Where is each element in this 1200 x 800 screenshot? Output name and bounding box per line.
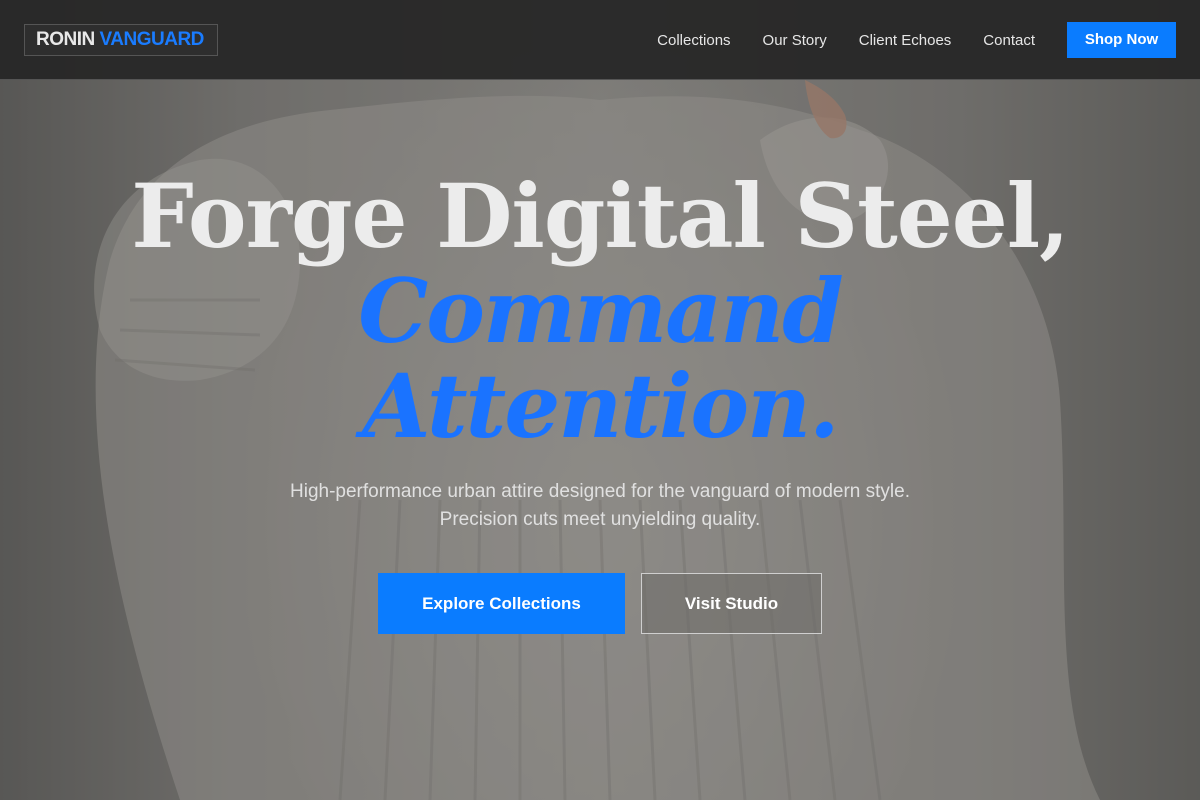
nav-link-our-story[interactable]: Our Story	[763, 32, 827, 49]
landing-page: RONIN VANGUARD Collections Our Story Cli…	[0, 0, 1200, 800]
brand-name-first: RONIN	[36, 29, 95, 50]
brand-name-second: VANGUARD	[99, 29, 205, 50]
headline-line-2: Command	[358, 259, 844, 363]
hero-headline: Forge Digital Steel, Command Attention.	[0, 168, 1200, 454]
main-nav: Collections Our Story Client Echoes Cont…	[657, 0, 1035, 80]
visit-studio-button[interactable]: Visit Studio	[641, 573, 822, 634]
headline-line-3: Attention.	[362, 354, 839, 458]
brand-logo[interactable]: RONIN VANGUARD	[24, 24, 218, 56]
shop-now-button[interactable]: Shop Now	[1067, 22, 1176, 58]
nav-link-client-echoes[interactable]: Client Echoes	[859, 32, 952, 49]
hero-subtext: High-performance urban attire designed f…	[290, 481, 910, 530]
nav-link-contact[interactable]: Contact	[983, 32, 1035, 49]
top-navbar: RONIN VANGUARD Collections Our Story Cli…	[0, 0, 1200, 80]
explore-collections-button[interactable]: Explore Collections	[378, 573, 625, 634]
nav-link-collections[interactable]: Collections	[657, 32, 730, 49]
headline-line-1: Forge Digital Steel,	[131, 164, 1070, 268]
